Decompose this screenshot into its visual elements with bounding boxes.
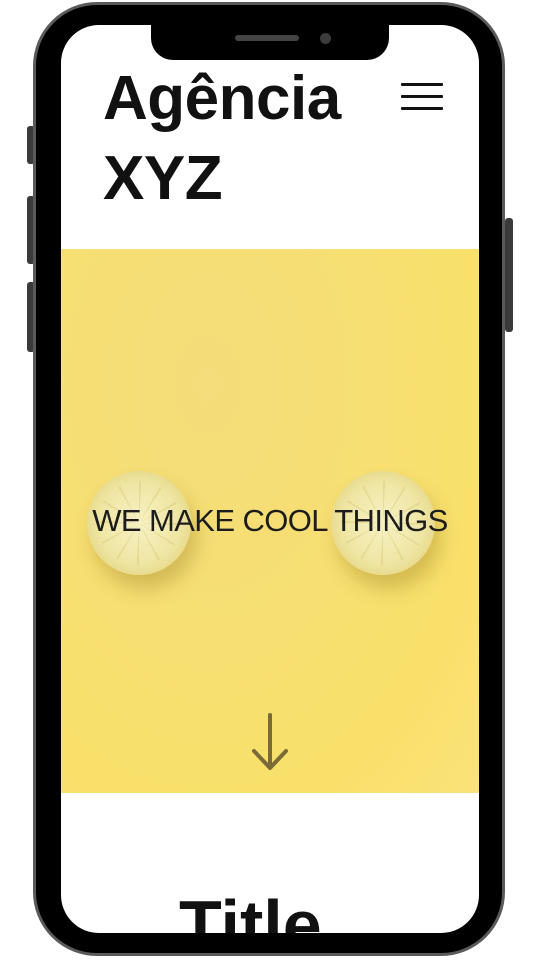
hamburger-menu-icon[interactable] bbox=[397, 79, 447, 119]
menu-line-bottom bbox=[401, 107, 443, 110]
menu-line-middle bbox=[401, 95, 443, 98]
speaker-grille bbox=[235, 35, 299, 41]
front-camera-icon bbox=[320, 33, 331, 44]
section-title: Title bbox=[179, 886, 322, 933]
phone-notch bbox=[151, 22, 389, 60]
arrow-down-icon-svg bbox=[252, 713, 288, 770]
hero-banner: WE MAKE COOL THINGS bbox=[61, 249, 479, 793]
phone-screen: Agência XYZ WE MAKE COOL THINGS Title bbox=[61, 25, 479, 933]
arrow-down-icon[interactable] bbox=[245, 711, 295, 773]
hero-tagline: WE MAKE COOL THINGS bbox=[92, 503, 448, 538]
page-stage: Agência XYZ WE MAKE COOL THINGS Title bbox=[0, 0, 540, 960]
brand-title[interactable]: Agência XYZ bbox=[103, 59, 383, 219]
menu-line-top bbox=[401, 83, 443, 86]
phone-power-button bbox=[505, 218, 513, 332]
